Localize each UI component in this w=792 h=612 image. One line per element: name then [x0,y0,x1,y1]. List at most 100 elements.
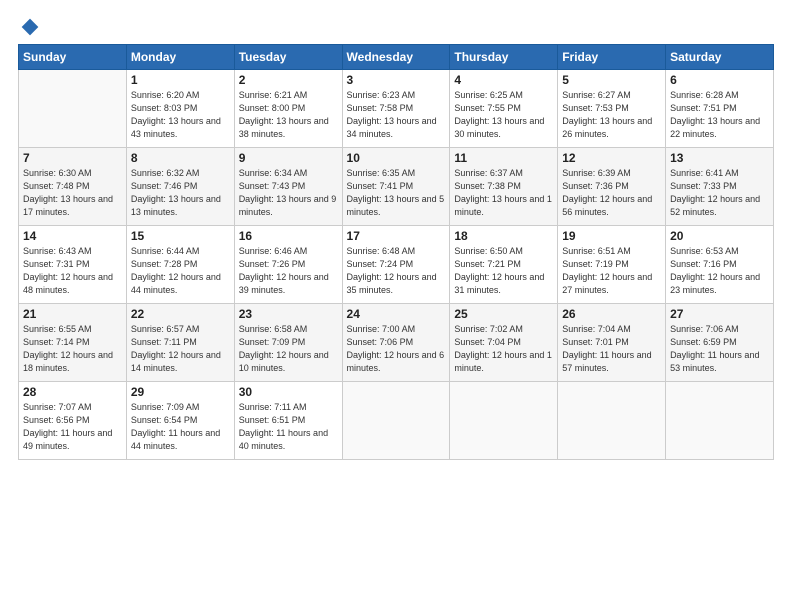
day-info: Sunrise: 6:48 AM Sunset: 7:24 PM Dayligh… [347,245,446,297]
calendar-cell: 10 Sunrise: 6:35 AM Sunset: 7:41 PM Dayli… [342,147,450,225]
page: SundayMondayTuesdayWednesdayThursdayFrid… [0,0,792,612]
day-info: Sunrise: 6:50 AM Sunset: 7:21 PM Dayligh… [454,245,553,297]
calendar-cell: 4 Sunrise: 6:25 AM Sunset: 7:55 PM Daylig… [450,69,558,147]
logo-general [18,18,40,38]
week-row-3: 14Sunrise: 6:43 AM Sunset: 7:31 PM Dayli… [19,225,774,303]
day-number: 8 [131,151,230,165]
week-row-4: 21 Sunrise: 6:55 AM Sunset: 7:14 PM Dayli… [19,303,774,381]
calendar-cell: 15 Sunrise: 6:44 AM Sunset: 7:28 PM Dayli… [126,225,234,303]
day-number: 19 [562,229,661,243]
day-info: Sunrise: 7:11 AM Sunset: 6:51 PM Dayligh… [239,401,338,453]
day-info: Sunrise: 6:23 AM Sunset: 7:58 PM Dayligh… [347,89,446,141]
calendar-cell: 27Sunrise: 7:06 AM Sunset: 6:59 PM Dayli… [666,303,774,381]
calendar-cell: 22Sunrise: 6:57 AM Sunset: 7:11 PM Dayli… [126,303,234,381]
day-info: Sunrise: 6:43 AM Sunset: 7:31 PM Dayligh… [23,245,122,297]
day-number: 4 [454,73,553,87]
day-number: 29 [131,385,230,399]
calendar-cell [450,381,558,459]
day-info: Sunrise: 6:28 AM Sunset: 7:51 PM Dayligh… [670,89,769,141]
day-number: 24 [347,307,446,321]
day-info: Sunrise: 6:41 AM Sunset: 7:33 PM Dayligh… [670,167,769,219]
day-info: Sunrise: 6:57 AM Sunset: 7:11 PM Dayligh… [131,323,230,375]
weekday-header-tuesday: Tuesday [234,44,342,69]
day-number: 7 [23,151,122,165]
day-number: 17 [347,229,446,243]
day-number: 9 [239,151,338,165]
day-info: Sunrise: 6:51 AM Sunset: 7:19 PM Dayligh… [562,245,661,297]
calendar-cell: 18 Sunrise: 6:50 AM Sunset: 7:21 PM Dayli… [450,225,558,303]
day-number: 21 [23,307,122,321]
calendar-cell [558,381,666,459]
day-info: Sunrise: 6:25 AM Sunset: 7:55 PM Dayligh… [454,89,553,141]
day-info: Sunrise: 6:37 AM Sunset: 7:38 PM Dayligh… [454,167,553,219]
day-info: Sunrise: 6:27 AM Sunset: 7:53 PM Dayligh… [562,89,661,141]
calendar-cell: 12 Sunrise: 6:39 AM Sunset: 7:36 PM Dayli… [558,147,666,225]
calendar-cell: 20 Sunrise: 6:53 AM Sunset: 7:16 PM Dayli… [666,225,774,303]
day-info: Sunrise: 6:30 AM Sunset: 7:48 PM Dayligh… [23,167,122,219]
weekday-header-row: SundayMondayTuesdayWednesdayThursdayFrid… [19,44,774,69]
day-info: Sunrise: 6:21 AM Sunset: 8:00 PM Dayligh… [239,89,338,141]
day-info: Sunrise: 7:02 AM Sunset: 7:04 PM Dayligh… [454,323,553,375]
day-number: 23 [239,307,338,321]
logo [18,18,40,34]
day-number: 27 [670,307,769,321]
day-number: 18 [454,229,553,243]
day-info: Sunrise: 7:00 AM Sunset: 7:06 PM Dayligh… [347,323,446,375]
day-info: Sunrise: 7:07 AM Sunset: 6:56 PM Dayligh… [23,401,122,453]
calendar-cell: 30 Sunrise: 7:11 AM Sunset: 6:51 PM Dayli… [234,381,342,459]
calendar-cell: 25 Sunrise: 7:02 AM Sunset: 7:04 PM Dayli… [450,303,558,381]
day-info: Sunrise: 6:20 AM Sunset: 8:03 PM Dayligh… [131,89,230,141]
day-number: 12 [562,151,661,165]
weekday-header-sunday: Sunday [19,44,127,69]
calendar-cell: 28 Sunrise: 7:07 AM Sunset: 6:56 PM Dayli… [19,381,127,459]
calendar-cell: 21 Sunrise: 6:55 AM Sunset: 7:14 PM Dayli… [19,303,127,381]
calendar-cell: 16 Sunrise: 6:46 AM Sunset: 7:26 PM Dayli… [234,225,342,303]
day-number: 1 [131,73,230,87]
calendar-cell [342,381,450,459]
calendar-cell: 17 Sunrise: 6:48 AM Sunset: 7:24 PM Dayli… [342,225,450,303]
calendar: SundayMondayTuesdayWednesdayThursdayFrid… [18,44,774,460]
day-info: Sunrise: 6:34 AM Sunset: 7:43 PM Dayligh… [239,167,338,219]
day-number: 13 [670,151,769,165]
day-number: 25 [454,307,553,321]
day-info: Sunrise: 6:46 AM Sunset: 7:26 PM Dayligh… [239,245,338,297]
day-info: Sunrise: 6:35 AM Sunset: 7:41 PM Dayligh… [347,167,446,219]
day-number: 15 [131,229,230,243]
weekday-header-saturday: Saturday [666,44,774,69]
weekday-header-friday: Friday [558,44,666,69]
day-info: Sunrise: 7:09 AM Sunset: 6:54 PM Dayligh… [131,401,230,453]
weekday-header-thursday: Thursday [450,44,558,69]
calendar-cell: 19 Sunrise: 6:51 AM Sunset: 7:19 PM Dayli… [558,225,666,303]
header [18,18,774,34]
week-row-2: 7 Sunrise: 6:30 AM Sunset: 7:48 PM Daylig… [19,147,774,225]
calendar-cell [19,69,127,147]
week-row-5: 28 Sunrise: 7:07 AM Sunset: 6:56 PM Dayli… [19,381,774,459]
day-number: 20 [670,229,769,243]
day-number: 30 [239,385,338,399]
day-number: 5 [562,73,661,87]
calendar-cell: 11Sunrise: 6:37 AM Sunset: 7:38 PM Dayli… [450,147,558,225]
calendar-cell [666,381,774,459]
calendar-cell: 3Sunrise: 6:23 AM Sunset: 7:58 PM Daylig… [342,69,450,147]
calendar-cell: 13 Sunrise: 6:41 AM Sunset: 7:33 PM Dayli… [666,147,774,225]
day-number: 16 [239,229,338,243]
day-info: Sunrise: 6:44 AM Sunset: 7:28 PM Dayligh… [131,245,230,297]
calendar-cell: 8 Sunrise: 6:32 AM Sunset: 7:46 PM Daylig… [126,147,234,225]
calendar-cell: 23 Sunrise: 6:58 AM Sunset: 7:09 PM Dayli… [234,303,342,381]
calendar-cell: 9 Sunrise: 6:34 AM Sunset: 7:43 PM Daylig… [234,147,342,225]
calendar-cell: 7 Sunrise: 6:30 AM Sunset: 7:48 PM Daylig… [19,147,127,225]
calendar-cell: 1 Sunrise: 6:20 AM Sunset: 8:03 PM Daylig… [126,69,234,147]
day-info: Sunrise: 6:55 AM Sunset: 7:14 PM Dayligh… [23,323,122,375]
logo-text [18,18,40,34]
day-info: Sunrise: 6:32 AM Sunset: 7:46 PM Dayligh… [131,167,230,219]
day-info: Sunrise: 6:58 AM Sunset: 7:09 PM Dayligh… [239,323,338,375]
day-info: Sunrise: 6:39 AM Sunset: 7:36 PM Dayligh… [562,167,661,219]
week-row-1: 1 Sunrise: 6:20 AM Sunset: 8:03 PM Daylig… [19,69,774,147]
calendar-cell: 24 Sunrise: 7:00 AM Sunset: 7:06 PM Dayli… [342,303,450,381]
day-number: 28 [23,385,122,399]
day-info: Sunrise: 6:53 AM Sunset: 7:16 PM Dayligh… [670,245,769,297]
weekday-header-monday: Monday [126,44,234,69]
calendar-cell: 26Sunrise: 7:04 AM Sunset: 7:01 PM Dayli… [558,303,666,381]
calendar-cell: 5 Sunrise: 6:27 AM Sunset: 7:53 PM Daylig… [558,69,666,147]
day-number: 10 [347,151,446,165]
